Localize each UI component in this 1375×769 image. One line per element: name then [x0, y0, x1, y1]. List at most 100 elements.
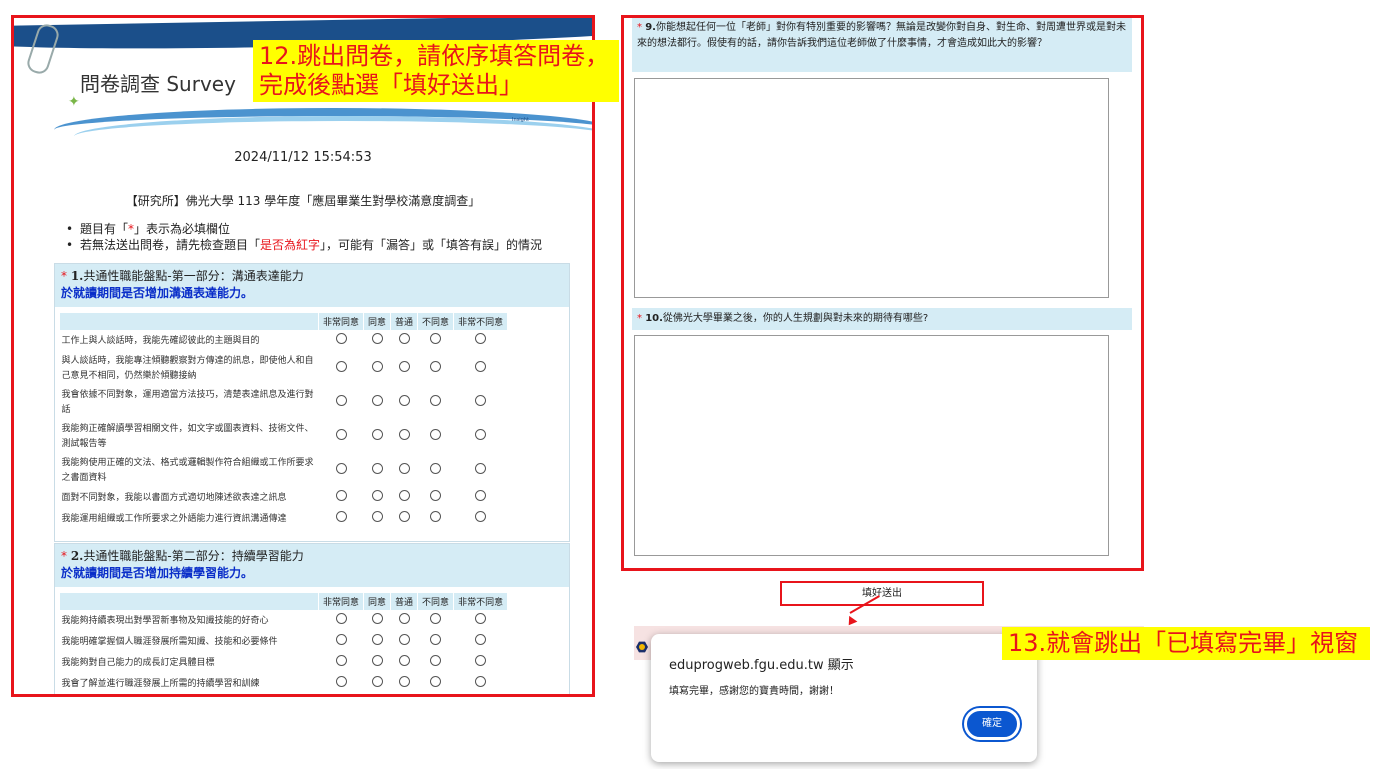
likert-radio[interactable]	[371, 655, 383, 666]
likert-row: 我能夠對自己能力的成長訂定具體目標	[60, 653, 508, 674]
likert-radio[interactable]	[371, 490, 383, 501]
likert-radio[interactable]	[475, 490, 487, 501]
likert-radio[interactable]	[475, 634, 487, 645]
likert-radio[interactable]	[430, 428, 442, 440]
likert-radio[interactable]	[335, 333, 347, 344]
likert-radio[interactable]	[430, 676, 442, 687]
likert-radio[interactable]	[398, 511, 410, 522]
likert-radio[interactable]	[371, 613, 383, 624]
likert-radio[interactable]	[430, 613, 442, 624]
likert-radio[interactable]	[335, 462, 347, 474]
survey-title: 問卷調查 Survey	[80, 72, 236, 96]
likert-radio[interactable]	[430, 490, 442, 501]
likert-radio[interactable]	[371, 634, 383, 645]
likert-radio[interactable]	[475, 394, 487, 406]
likert-radio[interactable]	[398, 394, 410, 406]
likert-radio[interactable]	[430, 333, 442, 344]
likert-radio[interactable]	[398, 360, 410, 372]
dialog-origin: eduprogweb.fgu.edu.tw 顯示	[669, 658, 854, 673]
likert-radio[interactable]	[475, 428, 487, 440]
question-9-textarea[interactable]	[634, 78, 1109, 298]
instruction-notes: 題目有「*」表示為必填欄位 若無法送出問卷，請先檢查題目「是否為紅字」，可能有「…	[66, 221, 542, 253]
likert-radio[interactable]	[398, 613, 410, 624]
likert-radio[interactable]	[475, 676, 487, 687]
likert-header: 非常不同意	[453, 592, 509, 611]
likert-header: 不同意	[417, 312, 455, 331]
likert-header: 非常不同意	[453, 312, 509, 331]
likert-radio[interactable]	[398, 333, 410, 344]
likert-radio[interactable]	[475, 613, 487, 624]
likert-row: 我會依據不同對象，運用適當方法技巧，清楚表達訊息及進行對話	[60, 386, 508, 420]
likert-radio[interactable]	[335, 511, 347, 522]
likert-row: 我能夠使用正確的文法、格式或邏輯製作符合組織或工作所要求之書面資料	[60, 454, 508, 488]
question-2: * 2.共通性職能盤點-第二部分：持續學習能力 於就讀期間是否增加持續學習能力。…	[54, 543, 570, 694]
likert-radio[interactable]	[475, 462, 487, 474]
note-required: 題目有「*」表示為必填欄位	[66, 221, 542, 237]
likert-statement: 我能夠對自己能力的成長訂定具體目標	[61, 658, 215, 668]
likert-header: 普通	[390, 312, 419, 331]
likert-row: 我能運用組織或工作所要求之外語能力進行資訊溝通傳達	[60, 509, 508, 530]
likert-radio[interactable]	[398, 676, 410, 687]
likert-radio[interactable]	[398, 462, 410, 474]
likert-radio[interactable]	[335, 613, 347, 624]
question-2-subtitle: 於就讀期間是否增加持續學習能力。	[61, 566, 254, 580]
question-1: * 1.共通性職能盤點-第一部分：溝通表達能力 於就讀期間是否增加溝通表達能力。…	[54, 263, 570, 542]
note-submit-check: 若無法送出問卷，請先檢查題目「是否為紅字」，可能有「漏答」或「填答有誤」的情況	[66, 237, 542, 253]
likert-radio[interactable]	[371, 511, 383, 522]
likert-radio[interactable]	[371, 462, 383, 474]
likert-radio[interactable]	[430, 511, 442, 522]
likert-radio[interactable]	[398, 634, 410, 645]
likert-statement: 我會依據不同對象，運用適當方法技巧，清楚表達訊息及進行對話	[61, 390, 314, 415]
likert-radio[interactable]	[475, 655, 487, 666]
likert-radio[interactable]	[371, 333, 383, 344]
likert-header: 同意	[363, 592, 392, 611]
likert-radio[interactable]	[335, 360, 347, 372]
likert-radio[interactable]	[335, 634, 347, 645]
likert-radio[interactable]	[398, 490, 410, 501]
survey-open-questions: * 9.你能想起任何一位「老師」對你有特別重要的影響嗎？無論是改變你對自身、對生…	[621, 15, 1144, 571]
dialog-message: 填寫完畢，感謝您的寶貴時間，謝謝！	[669, 686, 839, 697]
likert-radio[interactable]	[371, 394, 383, 406]
likert-radio[interactable]	[398, 428, 410, 440]
likert-radio[interactable]	[371, 360, 383, 372]
likert-statement: 我能明確掌握個人職涯發展所需知識、技能和必要條件	[61, 637, 278, 647]
question-10-textarea[interactable]	[634, 335, 1109, 556]
question-1-header: * 1.共通性職能盤點-第一部分：溝通表達能力 於就讀期間是否增加溝通表達能力。	[55, 264, 569, 307]
submit-button[interactable]: 填好送出	[780, 581, 984, 606]
likert-radio[interactable]	[398, 655, 410, 666]
likert-radio[interactable]	[475, 511, 487, 522]
question-10-header: * 10.從佛光大學畢業之後，你的人生規劃與對未來的期待有哪些?	[632, 308, 1132, 330]
question-2-header: * 2.共通性職能盤點-第二部分：持續學習能力 於就讀期間是否增加持續學習能力。	[55, 544, 569, 587]
likert-radio[interactable]	[371, 428, 383, 440]
likert-radio[interactable]	[371, 676, 383, 687]
likert-radio[interactable]	[335, 428, 347, 440]
likert-radio[interactable]	[475, 333, 487, 344]
likert-radio[interactable]	[430, 655, 442, 666]
likert-radio[interactable]	[430, 394, 442, 406]
likert-row: 與人談話時，我能專注傾聽觀察對方傳達的訊息，即使他人和自己意見不相同，仍然樂於傾…	[60, 352, 508, 386]
likert-radio[interactable]	[430, 360, 442, 372]
likert-radio[interactable]	[335, 676, 347, 687]
likert-row: 我能夠持續表現出對學習新事物及知識技能的好奇心	[60, 611, 508, 633]
likert-radio[interactable]	[475, 360, 487, 372]
likert-radio[interactable]	[335, 655, 347, 666]
question-1-subtitle: 於就讀期間是否增加溝通表達能力。	[61, 286, 254, 300]
likert-header: 非常同意	[317, 312, 365, 331]
likert-statement: 與人談話時，我能專注傾聽觀察對方傳達的訊息，即使他人和自己意見不相同，仍然樂於傾…	[61, 356, 314, 381]
callout-step-12: 12.跳出問卷，請依序填答問卷，完成後點選「填好送出」	[253, 40, 619, 102]
likert-header: 非常同意	[317, 592, 365, 611]
likert-radio[interactable]	[430, 462, 442, 474]
likert-table-1: 非常同意 同意 普通 不同意 非常不同意 工作上與人談話時，我能先確認彼此的主題…	[59, 312, 509, 530]
callout-step-13: 13.就會跳出「已填寫完畢」視窗	[1002, 627, 1370, 660]
likert-statement: 我能夠持續表現出對學習新事物及知識技能的好奇心	[61, 616, 269, 626]
dialog-ok-button[interactable]: 確定	[964, 708, 1020, 740]
likert-statement: 我能夠正確解讀學習相關文件，如文字或圖表資料、技術文件、測試報告等	[61, 424, 314, 449]
likert-radio[interactable]	[335, 490, 347, 501]
likert-statement: 工作上與人談話時，我能先確認彼此的主題與目的	[61, 336, 260, 346]
brand-small-text: Insight	[512, 117, 529, 123]
likert-header: 不同意	[417, 592, 455, 611]
alert-dialog: eduprogweb.fgu.edu.tw 顯示 填寫完畢，感謝您的寶貴時間，謝…	[651, 634, 1037, 762]
likert-radio[interactable]	[335, 394, 347, 406]
likert-row: 工作上與人談話時，我能先確認彼此的主題與目的	[60, 331, 508, 353]
likert-radio[interactable]	[430, 634, 442, 645]
